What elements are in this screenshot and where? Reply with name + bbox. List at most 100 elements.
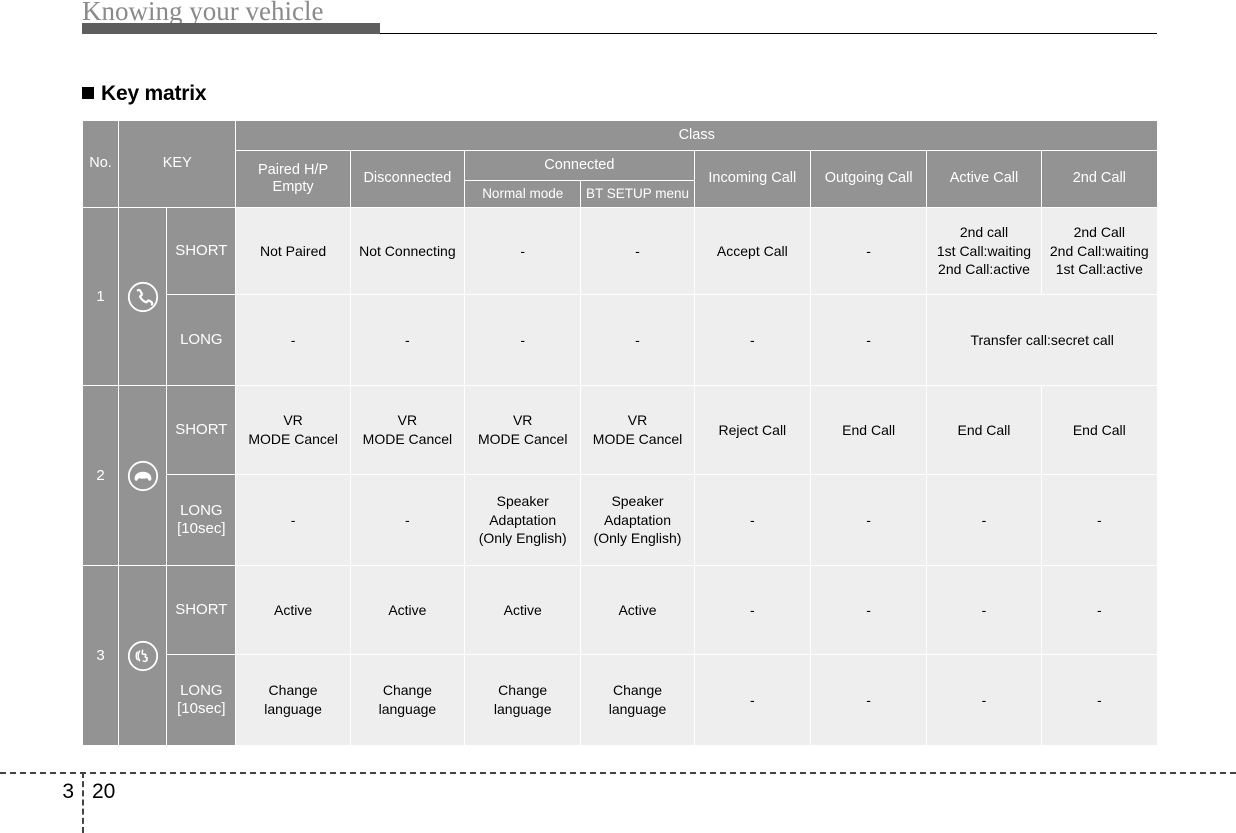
mode-label-line1: SHORT — [175, 601, 228, 618]
cell-r3-long-normal-mode: Change language — [464, 654, 582, 746]
cell-r2-long-incoming: - — [693, 474, 811, 566]
mode-label-short-row1: SHORT — [166, 207, 237, 295]
cell-line-1: Change — [498, 682, 548, 699]
cell-r1-short-active: 2nd call 1st Call:waiting 2nd Call:activ… — [926, 207, 1042, 295]
cell-line-2: language — [608, 701, 667, 717]
cell-line-1: VR — [397, 412, 418, 429]
cell-line-2: language — [378, 701, 437, 717]
row-number-1: 1 — [81, 207, 120, 386]
call-phone-icon — [118, 207, 168, 386]
header-active-call: Active Call — [926, 150, 1042, 208]
cell-line-2: MODE Cancel — [362, 431, 453, 447]
cell-r2-short-incoming: Reject Call — [693, 385, 811, 475]
section-heading-label: Key matrix — [101, 82, 207, 105]
cell-r3-long-disconnected: Change language — [349, 654, 466, 746]
cell-line-1: Speaker — [496, 492, 549, 509]
cell-r1-short-paired: Not Paired — [235, 207, 351, 295]
cell-r1-long-incoming: - — [693, 294, 811, 386]
cell-r3-long-paired: Change language — [235, 654, 351, 746]
cell-r2-long-normal-mode: Speaker Adaptation (Only English) — [464, 474, 582, 566]
cell-r1-short-second: 2nd Call 2nd Call:waiting 1st Call:activ… — [1040, 207, 1159, 295]
mode-label-long-row3: LONG [10sec] — [166, 654, 237, 746]
cell-r3-short-outgoing: - — [809, 565, 928, 655]
mode-label-long-row2: LONG [10sec] — [166, 474, 237, 566]
header-outgoing-call: Outgoing Call — [809, 150, 928, 208]
header-disconnected: Disconnected — [349, 150, 466, 208]
cell-line-1: Change — [382, 682, 432, 699]
mode-label-line2: [10sec] — [177, 700, 226, 717]
cell-r2-long-second: - — [1040, 474, 1159, 566]
cell-r2-short-outgoing: End Call — [809, 385, 928, 475]
row-number-3: 3 — [81, 565, 120, 746]
cell-r1-long-outgoing: - — [809, 294, 928, 386]
cell-line-1: Change — [612, 682, 663, 699]
row-number-2: 2 — [81, 385, 120, 566]
cell-line-1: Speaker — [611, 492, 664, 509]
mode-label-short-row2: SHORT — [166, 385, 237, 475]
header-paired-hp-line2: Empty — [272, 179, 314, 195]
cell-line-2: language — [264, 701, 322, 717]
cell-r3-short-normal-mode: Active — [464, 565, 582, 655]
cell-line-1: Change — [268, 682, 318, 699]
cell-line-2: 1st Call:waiting — [936, 242, 1032, 259]
mode-label-line1: LONG — [180, 502, 223, 519]
cell-r2-short-normal-mode: VR MODE Cancel — [464, 385, 582, 475]
cell-line-2: language — [493, 701, 552, 717]
cell-line-3: (Only English) — [478, 530, 567, 547]
footer-horizontal-rule — [0, 772, 1236, 774]
mode-label-line1: LONG — [180, 331, 223, 348]
voice-recognition-icon — [118, 565, 168, 746]
section-heading: Key matrix — [82, 82, 207, 106]
footer-page-number: 20 — [92, 780, 116, 803]
cell-r1-short-disconnected: Not Connecting — [349, 207, 466, 295]
footer-vertical-rule — [82, 772, 84, 833]
mode-label-line1: LONG — [180, 682, 223, 699]
header-second-call: 2nd Call — [1040, 150, 1159, 208]
cell-r2-long-active: - — [926, 474, 1042, 566]
cell-line-3: 2nd Call:active — [938, 261, 1030, 278]
table-row: 3 SHORT Active Active Active Active - - … — [81, 565, 1159, 746]
cell-r3-short-second: - — [1040, 565, 1159, 655]
cell-r2-long-bt-setup: Speaker Adaptation (Only English) — [580, 474, 695, 566]
cell-r2-long-outgoing: - — [809, 474, 928, 566]
cell-r2-short-paired: VR MODE Cancel — [235, 385, 351, 475]
header-paired-hp-line1: Paired H/P — [258, 161, 329, 178]
header-key: KEY — [118, 120, 237, 208]
cell-line-3: (Only English) — [593, 530, 682, 547]
mode-label-short-row3: SHORT — [166, 565, 237, 655]
cell-r2-long-paired: - — [235, 474, 351, 566]
cell-line-1: VR — [627, 412, 648, 429]
cell-line-2: 2nd Call:waiting — [1049, 242, 1149, 259]
cell-line-1: 2nd call — [959, 223, 1009, 240]
cell-r3-short-active: - — [926, 565, 1042, 655]
cell-r1-short-bt-setup: - — [580, 207, 695, 295]
table-header-row-2: Paired H/P Empty Disconnected Connected … — [83, 150, 1159, 208]
cell-r3-long-outgoing: - — [809, 654, 928, 746]
cell-r3-short-bt-setup: Active — [580, 565, 695, 655]
cell-r3-short-disconnected: Active — [349, 565, 466, 655]
table-row: LONG [10sec] Change language Change lang… — [83, 654, 1159, 746]
cell-line-1: 2nd Call — [1073, 223, 1125, 240]
cell-line-3: 1st Call:active — [1055, 261, 1143, 278]
mode-label-long-row1: LONG — [166, 294, 237, 386]
cell-line-2: MODE Cancel — [592, 431, 683, 447]
header-normal-mode: Normal mode — [464, 180, 582, 208]
key-matrix-table-wrapper: No. KEY Class Paired H/P Empty Disconnec… — [81, 120, 1159, 746]
header-bt-setup-menu: BT SETUP menu — [580, 180, 695, 208]
mode-label-line1: SHORT — [175, 421, 228, 438]
square-bullet-icon — [82, 87, 94, 99]
header-connected: Connected — [464, 150, 695, 181]
header-class: Class — [235, 120, 1158, 151]
cell-r2-short-active: End Call — [926, 385, 1042, 475]
cell-line-2: Adaptation — [604, 511, 671, 528]
cell-r1-short-incoming: Accept Call — [693, 207, 811, 295]
cell-r3-long-active: - — [926, 654, 1042, 746]
cell-r3-long-bt-setup: Change language — [580, 654, 695, 746]
table-header-row-1: No. KEY Class — [81, 120, 1158, 208]
cell-line-2: Adaptation — [489, 511, 557, 528]
cell-r1-long-normal-mode: - — [464, 294, 582, 386]
header-no: No. — [81, 120, 120, 208]
cell-r1-long-bt-setup: - — [580, 294, 695, 386]
cell-r2-long-disconnected: - — [349, 474, 466, 566]
table-row: LONG - - - - - - Transfer call:secret ca… — [83, 294, 1158, 386]
